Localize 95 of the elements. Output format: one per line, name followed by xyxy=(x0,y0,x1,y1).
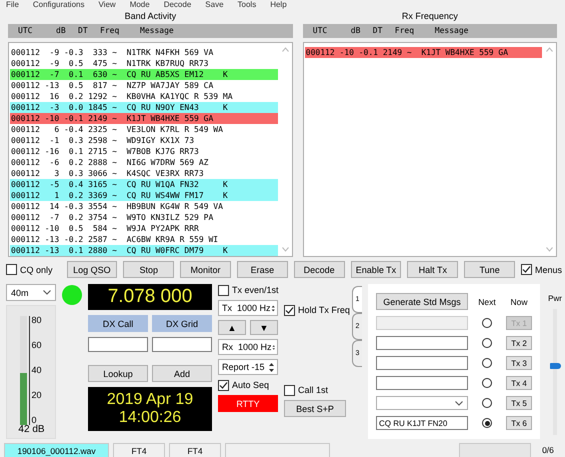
toolbar-button[interactable]: Enable Tx xyxy=(350,261,402,278)
decode-line[interactable]: 000112 -16 0.1 2715 ~ W7BOB KJ7G RR73 xyxy=(10,146,278,157)
report-spinbox[interactable]: Report -15 xyxy=(218,359,278,375)
next-label: Next xyxy=(477,296,497,306)
toolbar-button[interactable]: Stop xyxy=(123,261,174,278)
power-label: Pwr xyxy=(548,294,562,303)
toolbar-button[interactable]: Monitor xyxy=(180,261,231,278)
status-field: FT4 xyxy=(113,443,165,457)
toolbar-button[interactable]: Log QSO xyxy=(66,261,118,278)
column-header: UTC dB DT Freq Message xyxy=(8,24,293,38)
progress-reading: 0/6 xyxy=(541,444,555,457)
checkbox[interactable] xyxy=(521,264,532,275)
checkbox-label[interactable]: CQ only xyxy=(6,264,53,276)
decode-line[interactable]: 000112 16 0.2 1292 ~ KB0VHA KA1YQC R 539 MA xyxy=(10,91,278,102)
next-radio[interactable] xyxy=(482,338,492,348)
toolbar-button[interactable]: Erase xyxy=(236,261,288,278)
dx-grid-button[interactable]: DX Grid xyxy=(152,315,212,332)
scale-label: 20 xyxy=(30,391,42,400)
checkbox[interactable] xyxy=(284,304,295,316)
band-select[interactable]: 40m xyxy=(6,284,56,301)
decode-line[interactable]: 000112 -13 0.5 817 ~ NZ7P WA7JAY 589 CA xyxy=(10,80,278,91)
menu-item[interactable]: Help xyxy=(270,0,287,9)
decode-line[interactable]: 000112 6 -0.4 2325 ~ VE3LON K7RL R 549 WA xyxy=(10,124,278,135)
toolbar-button[interactable]: Decode xyxy=(294,261,345,278)
status-field: 190106_000112.wav xyxy=(4,443,109,457)
arrow-button[interactable]: ▲ xyxy=(218,320,246,335)
menu-item[interactable]: Mode xyxy=(130,0,150,9)
checkbox-label[interactable]: Tx even/1st xyxy=(218,284,278,296)
scale-label: 80 xyxy=(30,316,42,325)
panel-title: Band Activity xyxy=(124,10,178,23)
next-radio[interactable] xyxy=(482,398,492,408)
decode-line[interactable]: 000112 -6 0.2 2888 ~ NI6G W7DRW 569 AZ xyxy=(10,157,278,168)
scale-label: 60 xyxy=(30,341,42,350)
frequency-display: 7.078 000 xyxy=(88,284,212,310)
checkbox[interactable] xyxy=(218,284,229,296)
date-text: 2019 Apr 19 xyxy=(106,391,194,409)
scale-label: 0 xyxy=(30,416,36,425)
decode-line[interactable]: 000112 -13 -0.2 2587 ~ AC6BW KR9A R 559 WI xyxy=(10,234,278,245)
menu-item[interactable]: View xyxy=(98,0,116,9)
decode-line[interactable]: 000112 -9 0.5 475 ~ N1TRK KB7RUQ RR73 xyxy=(10,58,278,69)
dx-call-button[interactable]: DX Call xyxy=(88,315,148,332)
decode-line[interactable]: 000112 -1 0.3 2598 ~ WD9IGY KX1X 73 xyxy=(10,135,278,146)
decode-line[interactable]: 000112 3 0.3 3066 ~ K4SQC VE3RX RR73 xyxy=(10,168,278,179)
dx-grid-field[interactable] xyxy=(152,337,212,352)
generate-messages-button[interactable]: Generate Std Msgs xyxy=(376,293,468,310)
decode-line[interactable]: 000112 -9 -0.3 333 ~ N1TRK N4FKH 569 VA xyxy=(10,47,278,58)
rx-frequency-spinbox[interactable]: Rx 1000 Hz xyxy=(218,339,278,355)
checkbox-label[interactable]: Auto Seq xyxy=(218,379,278,391)
toolbar-button[interactable]: Halt Tx xyxy=(407,261,458,278)
now-label: Now xyxy=(509,296,528,306)
menu-item[interactable]: Save xyxy=(205,0,224,9)
checkbox[interactable] xyxy=(6,264,17,275)
arrow-button[interactable]: ▼ xyxy=(250,320,278,335)
menu-item[interactable]: File xyxy=(6,0,19,9)
menu-item[interactable]: Decode xyxy=(164,0,192,9)
status-field: FT4 xyxy=(169,443,221,457)
tx-button[interactable]: Tx 4 xyxy=(506,376,532,390)
caret-icon[interactable] xyxy=(455,400,463,406)
toolbar-button[interactable]: Tune xyxy=(464,261,516,278)
next-radio[interactable] xyxy=(482,378,492,388)
decode-line[interactable]: 000112 -10 0.5 584 ~ W9JA PY2APK RRR xyxy=(10,223,278,234)
message-field[interactable] xyxy=(376,336,468,350)
tx-button[interactable]: Tx 6 xyxy=(506,416,532,430)
tx-button[interactable]: Tx 3 xyxy=(506,356,532,370)
tx-button[interactable]: Tx 5 xyxy=(506,396,532,410)
checkbox[interactable] xyxy=(284,384,295,396)
status-dot xyxy=(62,285,82,305)
checkbox-label[interactable]: Call 1st xyxy=(284,384,346,396)
menu-item[interactable]: Tools xyxy=(238,0,256,9)
next-radio[interactable] xyxy=(482,418,492,428)
decode-line[interactable]: 000112 -7 0.2 3754 ~ W9TO KN3ILZ 529 PA xyxy=(10,212,278,223)
column-header: UTC dB DT Freq Message xyxy=(302,24,557,38)
scale-label: 40 xyxy=(30,366,42,375)
dx-call-field[interactable] xyxy=(88,337,148,352)
slider-thumb[interactable] xyxy=(550,362,561,369)
add-button[interactable]: Add xyxy=(152,365,212,382)
best-sp-button[interactable]: Best S+P xyxy=(284,400,346,417)
next-radio[interactable] xyxy=(482,358,492,368)
lookup-button[interactable]: Lookup xyxy=(88,365,148,382)
caret-icon[interactable] xyxy=(43,290,51,295)
menu-item[interactable]: Configurations xyxy=(32,0,84,9)
message-field[interactable] xyxy=(376,376,468,390)
tx-button[interactable]: Tx 2 xyxy=(506,336,532,350)
meter-reading: 42 dB xyxy=(17,425,45,434)
tx-frequency-spinbox[interactable]: Tx 1000 Hz xyxy=(218,300,278,316)
message-field[interactable] xyxy=(376,356,468,370)
rtty-button[interactable]: RTTY xyxy=(218,395,278,412)
checkbox-label[interactable]: Menus xyxy=(521,264,562,276)
panel-title: Rx Frequency xyxy=(400,10,459,23)
spin-arrows-icon[interactable] xyxy=(270,302,275,314)
message-field[interactable]: CQ RU K1JT FN20 xyxy=(376,416,468,430)
spin-arrows-icon[interactable] xyxy=(268,362,275,372)
decode-line[interactable]: 000112 14 -0.3 3554 ~ HB9BUN KG4W R 549 VA xyxy=(10,201,278,212)
checkbox[interactable] xyxy=(218,380,229,390)
time-text: 14:00:26 xyxy=(118,409,182,427)
